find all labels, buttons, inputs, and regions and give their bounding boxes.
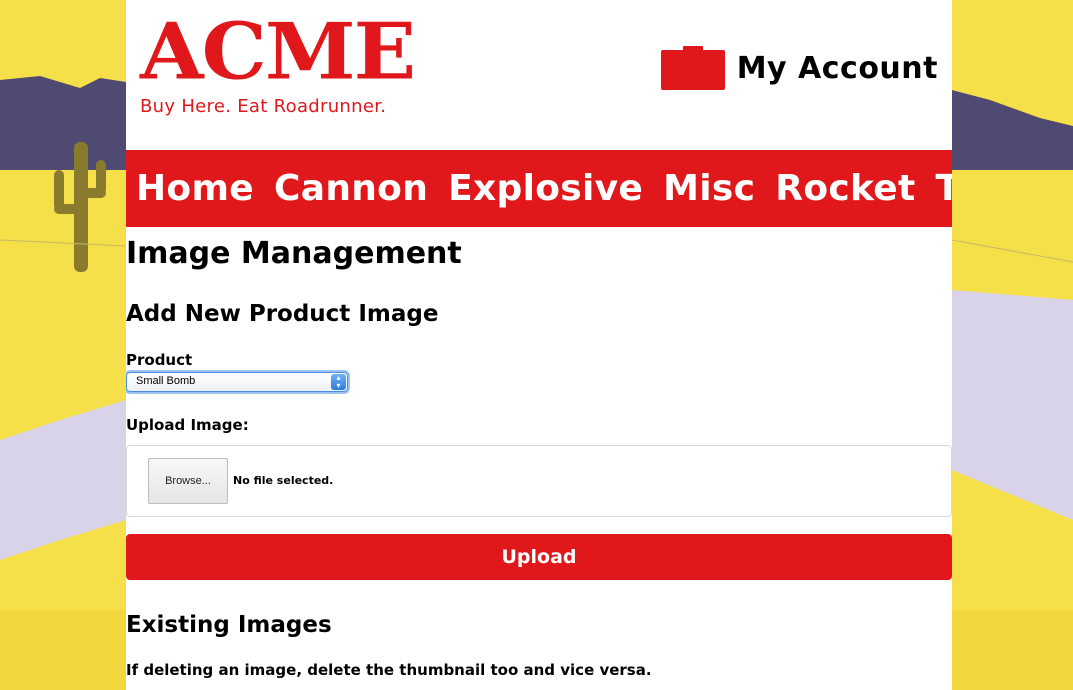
product-select-value: Small Bomb bbox=[136, 375, 196, 387]
nav-item-cannon[interactable]: Cannon bbox=[274, 168, 428, 209]
delete-note: If deleting an image, delete the thumbna… bbox=[126, 661, 652, 679]
product-label: Product bbox=[126, 351, 193, 369]
logo-tagline: Buy Here. Eat Roadrunner. bbox=[140, 96, 387, 117]
browse-button[interactable]: Browse... bbox=[148, 458, 228, 504]
my-account-link[interactable]: My Account bbox=[660, 46, 938, 90]
folder-icon bbox=[660, 46, 725, 90]
main-navigation: Home Cannon Explosive Misc Rocket Trap bbox=[126, 150, 952, 227]
nav-item-misc[interactable]: Misc bbox=[663, 168, 755, 209]
logo-title: ACME bbox=[140, 6, 416, 98]
page-title: Image Management bbox=[126, 236, 462, 271]
nav-item-home[interactable]: Home bbox=[136, 168, 254, 209]
file-status: No file selected. bbox=[233, 474, 334, 487]
nav-item-trap[interactable]: Trap bbox=[936, 168, 953, 209]
site-header: ACME Buy Here. Eat Roadrunner. My Accoun… bbox=[126, 0, 952, 150]
upload-image-label: Upload Image: bbox=[126, 416, 249, 434]
nav-item-explosive[interactable]: Explosive bbox=[448, 168, 643, 209]
page-container: ACME Buy Here. Eat Roadrunner. My Accoun… bbox=[126, 0, 952, 690]
product-select[interactable]: Small Bomb ▴ ▾ bbox=[126, 372, 348, 392]
add-image-heading: Add New Product Image bbox=[126, 301, 439, 327]
my-account-label: My Account bbox=[736, 50, 938, 86]
main-content: Image Management Add New Product Image P… bbox=[126, 227, 952, 679]
upload-button[interactable]: Upload bbox=[126, 534, 952, 580]
existing-images-heading: Existing Images bbox=[126, 612, 332, 638]
acme-logo[interactable]: ACME Buy Here. Eat Roadrunner. bbox=[140, 6, 416, 117]
nav-item-rocket[interactable]: Rocket bbox=[775, 168, 915, 209]
file-input-box: Browse... No file selected. bbox=[126, 445, 952, 517]
select-arrows-icon: ▴ ▾ bbox=[331, 374, 346, 390]
